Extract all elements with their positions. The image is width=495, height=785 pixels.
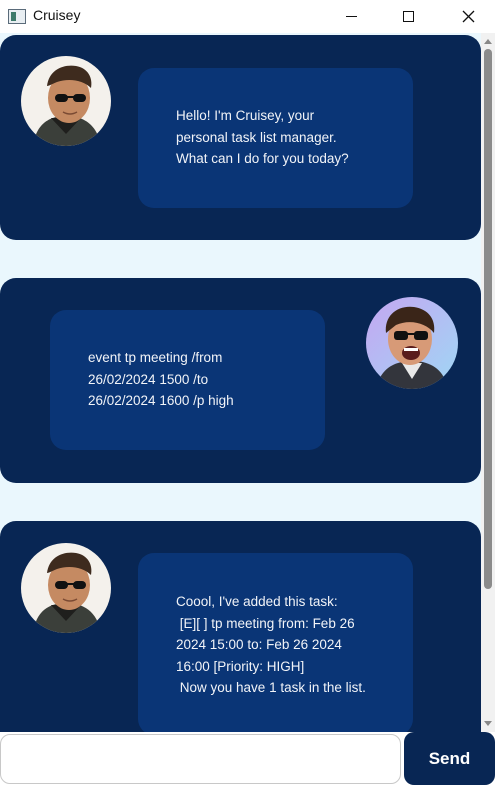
scroll-down-icon[interactable]	[484, 721, 492, 726]
minimize-icon	[345, 16, 357, 17]
send-button[interactable]: Send	[404, 732, 495, 785]
scroll-up-icon[interactable]	[484, 39, 492, 44]
message-input[interactable]	[0, 734, 401, 784]
bot-dialog: Hello! I'm Cruisey, your personal task l…	[0, 35, 481, 240]
window-title: Cruisey	[33, 7, 81, 23]
maximize-icon	[402, 11, 414, 22]
bot-avatar	[21, 56, 111, 146]
app-icon	[8, 9, 26, 24]
bot-dialog: Coool, I've added this task: [E][ ] tp m…	[0, 521, 481, 732]
input-row: Send	[0, 732, 495, 785]
bot-message-bubble: Coool, I've added this task: [E][ ] tp m…	[138, 553, 413, 732]
minimize-button[interactable]	[328, 0, 374, 33]
user-avatar	[366, 297, 458, 389]
maximize-button[interactable]	[385, 0, 431, 33]
close-icon	[462, 10, 474, 23]
bot-avatar	[21, 543, 111, 633]
chat-scrollbar[interactable]	[481, 33, 495, 732]
user-message-bubble: event tp meeting /from 26/02/2024 1500 /…	[50, 310, 325, 450]
chat-area[interactable]: Hello! I'm Cruisey, your personal task l…	[0, 33, 481, 732]
scrollbar-thumb[interactable]	[484, 49, 492, 589]
close-button[interactable]	[445, 0, 491, 33]
bot-message-bubble: Hello! I'm Cruisey, your personal task l…	[138, 68, 413, 208]
title-bar: Cruisey	[0, 0, 495, 33]
user-dialog: event tp meeting /from 26/02/2024 1500 /…	[0, 278, 481, 483]
